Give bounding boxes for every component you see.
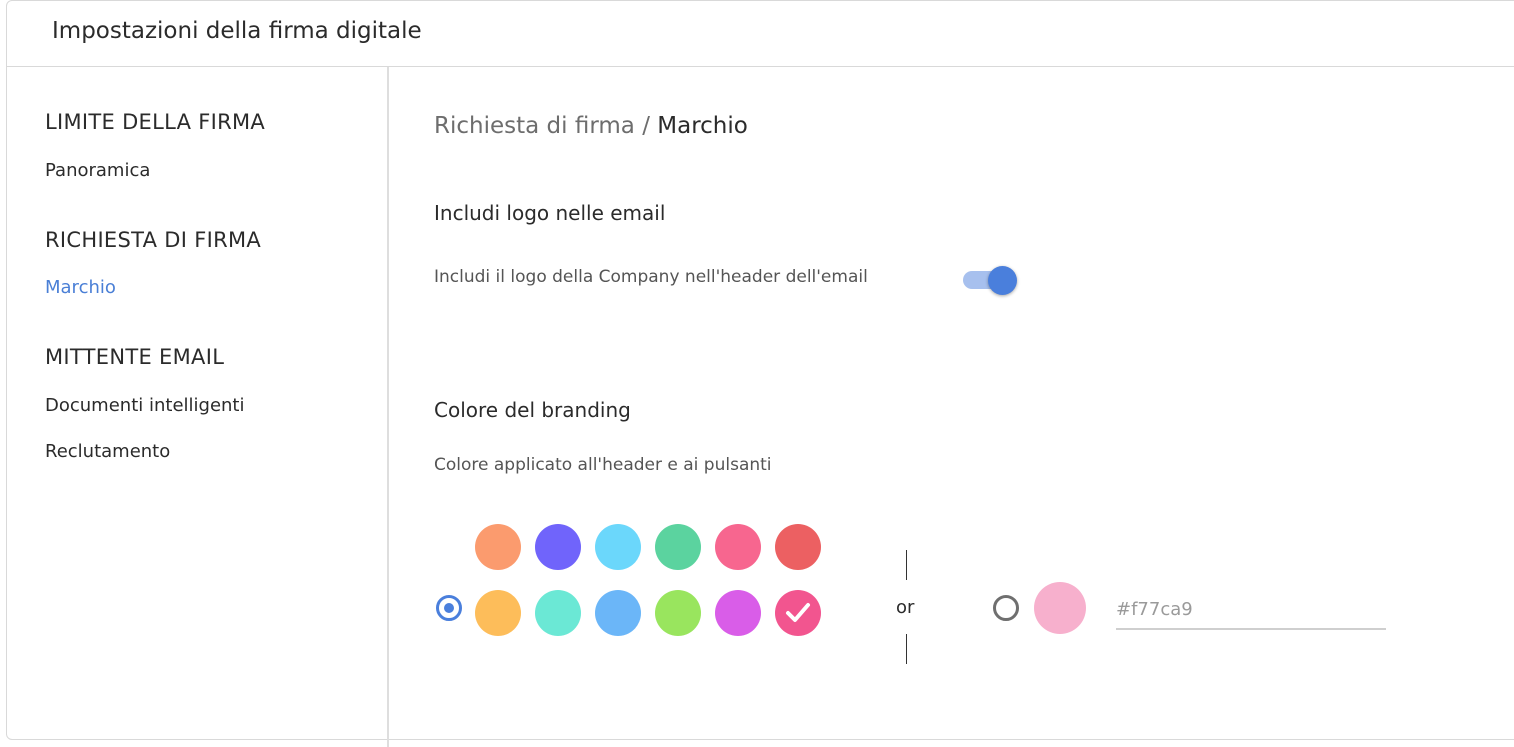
sidebar-heading-email-sender: MITTENTE EMAIL xyxy=(45,345,225,369)
custom-color-preview xyxy=(1034,582,1086,634)
breadcrumb-parent[interactable]: Richiesta di firma xyxy=(434,113,635,139)
logo-toggle-label: Includi il logo della Company nell'heade… xyxy=(434,267,868,287)
panel-header: Impostazioni della firma digitale xyxy=(7,1,1514,67)
sidebar-item-overview[interactable]: Panoramica xyxy=(45,160,150,181)
branding-section-title: Colore del branding xyxy=(434,398,631,422)
color-swatch[interactable] xyxy=(535,524,581,570)
sidebar-item-recruiting[interactable]: Reclutamento xyxy=(45,441,170,462)
hex-color-input[interactable] xyxy=(1116,590,1386,630)
check-icon xyxy=(786,603,810,622)
breadcrumb-separator: / xyxy=(634,113,658,139)
preset-color-radio[interactable] xyxy=(436,595,462,621)
color-swatch[interactable] xyxy=(655,590,701,636)
page-title: Impostazioni della firma digitale xyxy=(52,18,422,44)
color-swatch[interactable] xyxy=(595,590,641,636)
sidebar-item-smart-documents[interactable]: Documenti intelligenti xyxy=(45,395,245,416)
color-swatch[interactable] xyxy=(775,524,821,570)
color-swatch[interactable] xyxy=(475,590,521,636)
branding-description: Colore applicato all'header e ai pulsant… xyxy=(434,455,772,475)
sidebar-item-branding[interactable]: Marchio xyxy=(45,277,116,298)
divider-bottom xyxy=(906,634,907,664)
color-swatch-selected[interactable] xyxy=(775,590,821,636)
or-label: or xyxy=(896,597,915,618)
color-swatch[interactable] xyxy=(715,524,761,570)
logo-section-title: Includi logo nelle email xyxy=(434,201,666,225)
color-swatch[interactable] xyxy=(475,524,521,570)
breadcrumb: Richiesta di firma / Marchio xyxy=(434,113,748,139)
divider-top xyxy=(906,550,907,580)
custom-color-radio[interactable] xyxy=(993,595,1019,621)
color-swatch[interactable] xyxy=(655,524,701,570)
color-swatch[interactable] xyxy=(535,590,581,636)
include-logo-toggle[interactable] xyxy=(963,266,1019,295)
toggle-knob xyxy=(988,266,1017,295)
breadcrumb-current: Marchio xyxy=(657,113,748,139)
color-swatch[interactable] xyxy=(715,590,761,636)
sidebar-heading-signature-limit: LIMITE DELLA FIRMA xyxy=(45,110,266,134)
sidebar-heading-signature-request: RICHIESTA DI FIRMA xyxy=(45,228,262,252)
color-swatch[interactable] xyxy=(595,524,641,570)
